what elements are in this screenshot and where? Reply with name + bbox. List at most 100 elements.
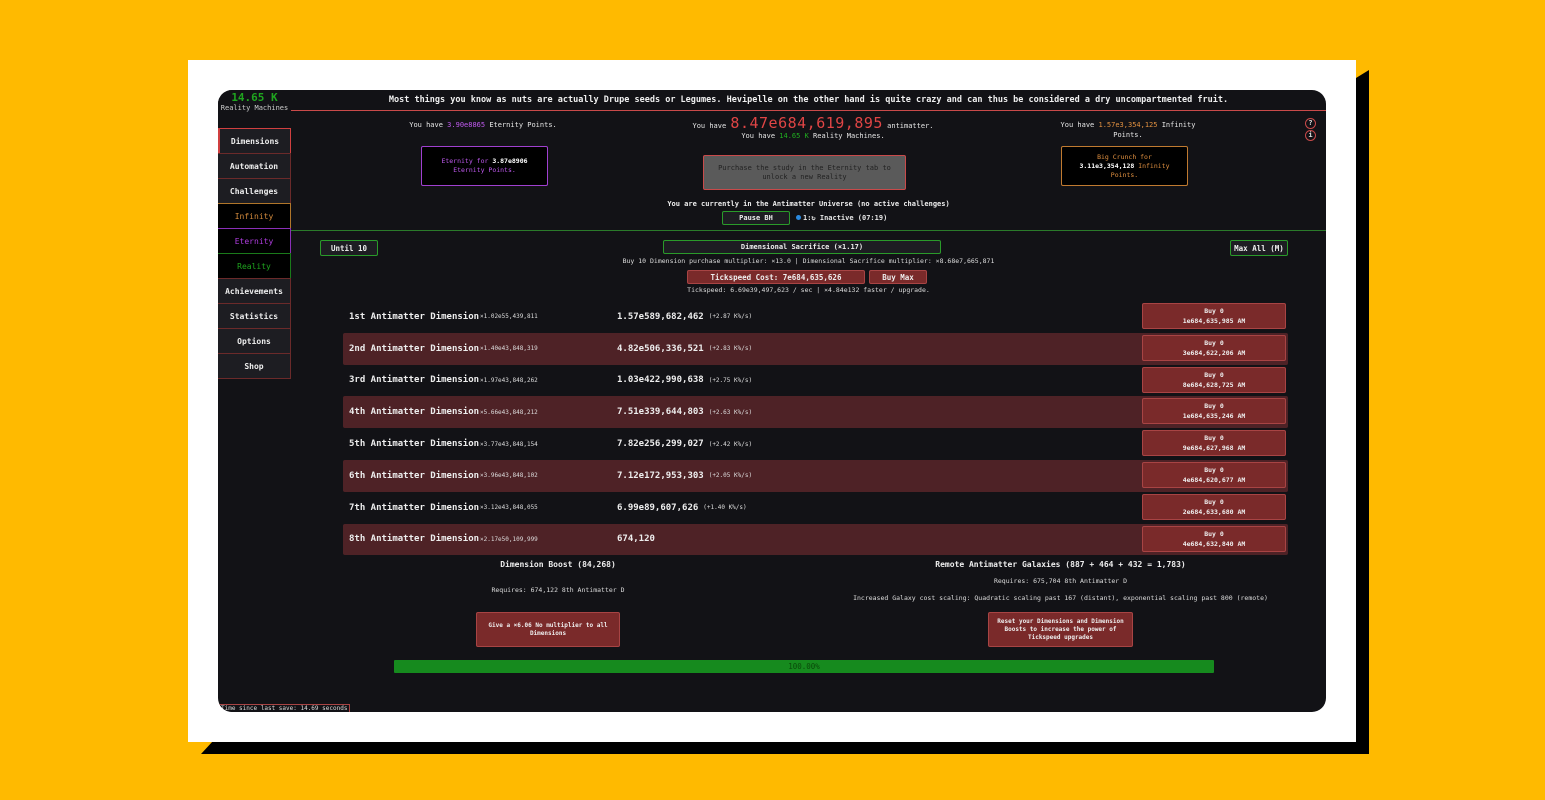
- crunch-button-prefix: Big Crunch for: [1097, 152, 1152, 161]
- dimension-name: 4th Antimatter Dimension: [349, 407, 480, 418]
- help-icon[interactable]: ?: [1305, 118, 1316, 129]
- ep-value: 3.90e8865: [447, 121, 486, 129]
- sidebar-item-dimensions[interactable]: Dimensions: [218, 128, 291, 154]
- dimension-multiplier: ×3.77e43,848,154: [480, 440, 538, 448]
- dimension-name: 8th Antimatter Dimension: [349, 534, 480, 545]
- dimension-multiplier: ×2.17e50,109,999: [480, 535, 538, 543]
- dimension-buy-button[interactable]: Buy 0 4e684,632,840 AM: [1142, 525, 1286, 552]
- universe-status: You are currently in the Antimatter Univ…: [667, 200, 950, 208]
- dimension-multiplier: ×1.02e55,439,811: [480, 313, 538, 321]
- tickspeed-controls: Tickspeed Cost: 7e684,635,626 Buy Max: [687, 270, 927, 284]
- dimension-name: 2nd Antimatter Dimension: [349, 343, 480, 354]
- black-hole-icon: [796, 215, 801, 220]
- sidebar-item-reality[interactable]: Reality: [218, 253, 291, 279]
- buy-count-label: Buy 0: [1204, 529, 1224, 538]
- dimension-name: 1st Antimatter Dimension: [349, 311, 480, 322]
- dimension-amount: 6.99e89,607,626: [617, 502, 699, 513]
- sidebar-item-options[interactable]: Options: [218, 328, 291, 354]
- buy-cost-label: 1e684,635,246 AM: [1182, 412, 1246, 421]
- sidebar-item-eternity[interactable]: Eternity: [218, 228, 291, 254]
- galaxy-scaling-info: Increased Galaxy cost scaling: Quadratic…: [853, 594, 1268, 602]
- ip-prefix: You have: [1060, 121, 1099, 129]
- dimension-buy-button[interactable]: Buy 0 9e684,627,968 AM: [1142, 430, 1286, 457]
- eternity-button[interactable]: Eternity for 3.87e8906 Eternity Points.: [421, 146, 548, 186]
- dimension-buy-button[interactable]: Buy 0 1e684,635,246 AM: [1142, 398, 1286, 425]
- buy-cost-label: 4e684,632,840 AM: [1182, 539, 1246, 548]
- dimension-row: 2nd Antimatter Dimension ×1.40e43,848,319…: [343, 332, 1288, 365]
- buy-count-label: Buy 0: [1204, 338, 1224, 347]
- reality-machines-label: Reality Machines: [220, 104, 289, 112]
- dimension-row: 5th Antimatter Dimension ×3.77e43,848,154…: [343, 428, 1288, 460]
- ep-prefix: You have: [409, 121, 448, 129]
- black-hole-status: 1:↻ Inactive (07:19): [796, 214, 887, 222]
- dimension-name: 7th Antimatter Dimension: [349, 502, 480, 513]
- buy-cost-label: 3e684,622,206 AM: [1182, 348, 1246, 357]
- dimension-list: 1st Antimatter Dimension ×1.02e55,439,811…: [343, 301, 1288, 556]
- dimension-buy-button[interactable]: Buy 0 8e684,628,725 AM: [1142, 366, 1286, 393]
- pause-black-hole-button[interactable]: Pause BH: [722, 211, 790, 225]
- buy-count-label: Buy 0: [1204, 465, 1224, 474]
- dimension-row: 3rd Antimatter Dimension ×1.97e43,848,262…: [343, 365, 1288, 397]
- rm-value: 14.65 K: [779, 132, 809, 140]
- sidebar-item-automation[interactable]: Automation: [218, 153, 291, 179]
- dimension-buy-button[interactable]: Buy 0 1e684,635,985 AM: [1142, 303, 1286, 329]
- section-divider: [291, 230, 1326, 231]
- multiplier-info: Buy 10 Dimension purchase multiplier: ×1…: [622, 257, 995, 265]
- buy-count-label: Buy 0: [1204, 307, 1224, 315]
- eternity-button-value: 3.87e8906: [492, 157, 528, 165]
- ep-suffix: Eternity Points.: [485, 121, 557, 129]
- antimatter-display: You have 8.47e684,619,895 antimatter. Yo…: [688, 116, 938, 141]
- until-10-button[interactable]: Until 10: [320, 240, 378, 256]
- reality-machines-amount: 14.65 K: [231, 91, 278, 104]
- dimension-buy-button[interactable]: Buy 0 4e684,620,677 AM: [1142, 461, 1286, 488]
- frame-shadow-bottom: [201, 741, 1369, 754]
- dimension-amount: 7.51e339,644,803: [617, 407, 704, 418]
- galaxy-button[interactable]: Reset your Dimensions and Dimension Boos…: [988, 612, 1133, 647]
- dimension-growth-rate: (+2.87 K%/s): [708, 313, 753, 321]
- reality-button[interactable]: Purchase the study in the Eternity tab t…: [703, 155, 906, 190]
- sidebar-item-statistics[interactable]: Statistics: [218, 303, 291, 329]
- sidebar-item-challenges[interactable]: Challenges: [218, 178, 291, 204]
- max-all-button[interactable]: Max All (M): [1230, 240, 1288, 256]
- eternity-button-prefix: Eternity for: [441, 157, 493, 165]
- buy-count-label: Buy 0: [1204, 434, 1224, 443]
- progress-bar: 100.00%: [394, 660, 1214, 673]
- crunch-button-value: 3.11e3,354,128: [1079, 161, 1135, 170]
- dimension-multiplier: ×3.12e43,848,055: [480, 504, 538, 512]
- dimension-growth-rate: (+2.42 K%/s): [708, 440, 753, 448]
- dimension-amount: 1.03e422,990,638: [617, 375, 704, 386]
- sidebar-item-achievements[interactable]: Achievements: [218, 278, 291, 304]
- dimension-buy-button[interactable]: Buy 0 3e684,622,206 AM: [1142, 334, 1286, 361]
- dimension-boost-button[interactable]: Give a ×6.06 No multiplier to all Dimens…: [476, 612, 620, 647]
- dimension-multiplier: ×5.66e43,848,212: [480, 408, 538, 416]
- sidebar-item-shop[interactable]: Shop: [218, 353, 291, 379]
- info-icon[interactable]: i: [1305, 130, 1316, 141]
- sidebar-item-infinity[interactable]: Infinity: [218, 203, 291, 229]
- dimension-growth-rate: (+2.63 K%/s): [708, 408, 753, 416]
- save-timer: Time since last save: 14.69 seconds: [218, 704, 351, 712]
- tickspeed-buy-button[interactable]: Tickspeed Cost: 7e684,635,626: [687, 270, 865, 284]
- tickspeed-buy-max-button[interactable]: Buy Max: [869, 270, 927, 284]
- dimension-row: 4th Antimatter Dimension ×5.66e43,848,212…: [343, 396, 1288, 429]
- dimension-row: 7th Antimatter Dimension ×3.12e43,848,055…: [343, 492, 1288, 524]
- infinity-points-display: You have 1.57e3,354,125 Infinity Points.: [1053, 120, 1203, 140]
- buy-count-label: Buy 0: [1204, 402, 1224, 411]
- progress-label: 100.00%: [788, 662, 820, 671]
- dimension-row: 1st Antimatter Dimension ×1.02e55,439,811…: [343, 301, 1288, 333]
- sidebar: 14.65 K Reality Machines Dimensions Autom…: [218, 90, 291, 379]
- antimatter-suffix: antimatter.: [882, 122, 934, 130]
- tickspeed-info: Tickspeed: 6.69e39,497,623 / sec | ×4.84…: [687, 286, 930, 294]
- buy-cost-label: 4e684,620,677 AM: [1182, 475, 1246, 484]
- dimension-amount: 7.82e256,299,027: [617, 439, 704, 450]
- dimension-growth-rate: (+1.40 K%/s): [703, 504, 747, 512]
- galaxy-requirement: Requires: 675,704 8th Antimatter D: [993, 577, 1128, 585]
- dimension-growth-rate: (+2.75 K%/s): [708, 376, 753, 384]
- sidebar-nav: Dimensions Automation Challenges Infinity Et…: [218, 128, 291, 379]
- dimensional-sacrifice-button[interactable]: Dimensional Sacrifice (×1.17): [663, 240, 941, 254]
- black-hole-controls: Pause BH 1:↻ Inactive (07:19): [722, 211, 887, 225]
- big-crunch-button[interactable]: Big Crunch for 3.11e3,354,128 Infinity P…: [1061, 146, 1188, 186]
- dimension-buy-button[interactable]: Buy 0 2e684,633,680 AM: [1142, 493, 1286, 520]
- dimension-boost-title: Dimension Boost (84,268): [500, 560, 616, 569]
- eternity-button-suffix: Eternity Points.: [453, 166, 516, 174]
- help-icons: ? i: [1305, 118, 1316, 141]
